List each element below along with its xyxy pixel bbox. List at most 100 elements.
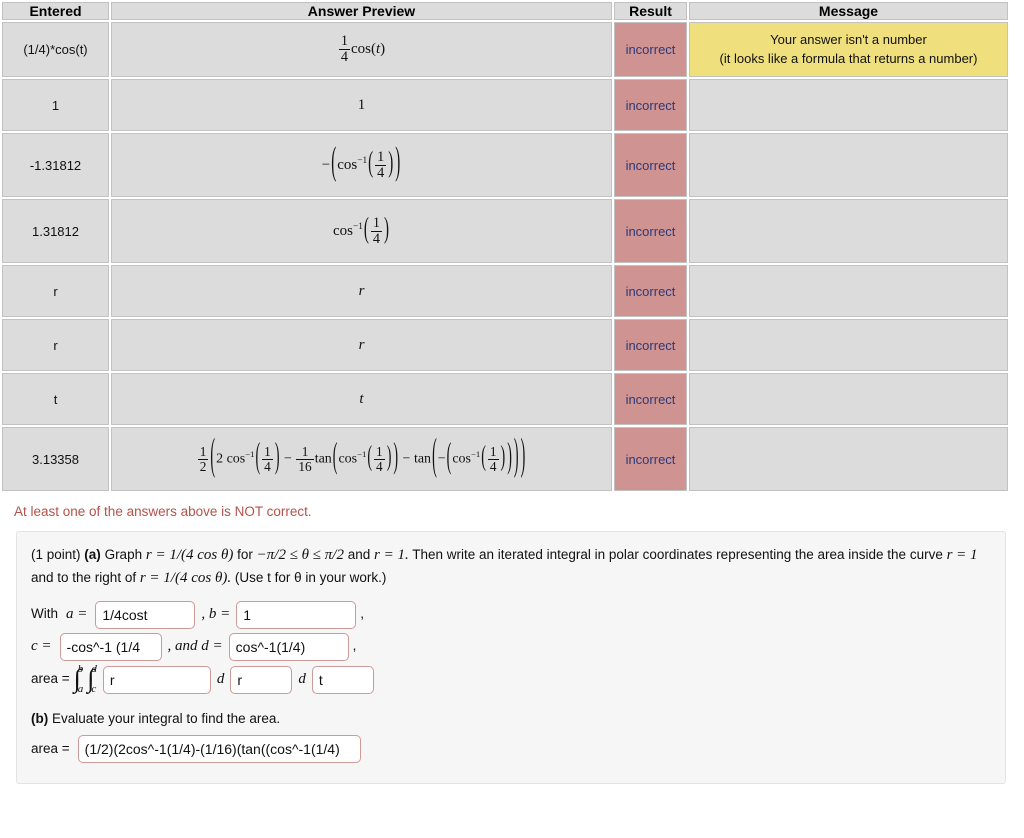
entered-value: r [2,319,109,371]
result-message [689,199,1008,263]
column-header-message: Message [689,2,1008,20]
answer-preview: 1 4 cos(t) [111,22,612,77]
integral-limits-inner: d c [91,663,97,695]
result-status: incorrect [614,22,687,77]
entered-value: r [2,265,109,317]
points-label: (1 point) [31,547,81,562]
with-label: With [31,606,58,622]
table-row: r r incorrect [2,265,1008,317]
result-status: incorrect [614,427,687,491]
c-label: c = [31,637,52,654]
column-header-answer-preview: Answer Preview [111,2,612,20]
limit-lower-outer: a [77,683,84,695]
result-message [689,427,1008,491]
part-a-label: (a) [84,547,101,562]
column-header-result: Result [614,2,687,20]
answer-preview: cos−1(1 4) [111,199,612,263]
integrand-input[interactable] [102,665,211,694]
answer-preview: t [111,373,612,425]
result-message [689,265,1008,317]
result-message [689,319,1008,371]
result-message [689,133,1008,197]
entered-value: -1.31812 [2,133,109,197]
part-b-label: (b) [31,710,49,726]
double-integral-symbol: ∫ b a ∫ d c [74,663,97,695]
table-row: 1 1 incorrect [2,79,1008,131]
statement-equation-2: −π/2 ≤ θ ≤ π/2 [256,547,344,563]
table-row: r r incorrect [2,319,1008,371]
part-b-section: (b) Evaluate your integral to find the a… [31,709,991,764]
field-row-area-integral: area = ∫ b a ∫ d c d d [31,663,991,695]
result-status: incorrect [614,373,687,425]
field-row-c-d: c = , and d = , [31,632,991,661]
problem-panel: (1 point) (a) Graph r = 1/(4 cos θ) for … [16,531,1006,785]
result-message: Your answer isn't a number (it looks lik… [689,22,1008,77]
statement-text-4: Then write an iterated integral in polar… [412,547,943,562]
entered-value: (1/4)*cos(t) [2,22,109,77]
statement-equation-1: r = 1/(4 cos θ) [145,547,234,563]
preview-text: r [358,282,365,299]
comma-after-d: , [352,638,357,654]
answer-preview: r [111,319,612,371]
answer-preview: −(cos−1(1 4)) [111,133,612,197]
statement-text-1: Graph [104,547,143,562]
field-d-input[interactable] [228,632,349,661]
result-message [689,373,1008,425]
preview-text: t [359,390,364,407]
table-row: -1.31812 −(cos−1(1 4)) incorrect [2,133,1008,197]
message-line-1: Your answer isn't a number [770,31,927,47]
statement-text-5: and to the right of [31,570,137,586]
answer-preview: 1 2 (2 cos−1(1 4) − 1 16 tan(cos−1(1 4)) − tan… [111,427,612,491]
part-b-statement: (b) Evaluate your integral to find the a… [31,709,991,730]
table-row: t t incorrect [2,373,1008,425]
answer-results-table: Entered Answer Preview Result Message (1… [0,0,1010,493]
part-b-text: Evaluate your integral to find the area. [52,710,281,726]
statement-equation-3: r = 1. [374,547,409,563]
b-label: , b = [201,605,231,622]
field-a-input[interactable] [95,600,196,629]
table-row: (1/4)*cos(t) 1 4 cos(t) incorrect Your ans… [2,22,1008,77]
statement-text-3: and [347,547,371,562]
statement-text-6: (Use t for θ in your work.) [234,570,387,586]
preview-text: 1 [357,96,366,113]
table-row: 1.31812 cos−1(1 4) incorrect [2,199,1008,263]
statement-text-2: for [237,547,253,562]
field-row-a-b: With a = , b = , [31,600,991,629]
entered-value: t [2,373,109,425]
d-label: , and d = [167,637,223,654]
result-status: incorrect [614,319,687,371]
column-header-entered: Entered [2,2,109,20]
field-b-input[interactable] [236,600,357,629]
area-label: area = [31,671,70,687]
result-status: incorrect [614,265,687,317]
result-status: incorrect [614,79,687,131]
result-status: incorrect [614,199,687,263]
result-message [689,79,1008,131]
problem-statement: (1 point) (a) Graph r = 1/(4 cos θ) for … [31,544,991,591]
differential-label-2: d [298,670,306,687]
incorrect-answers-warning: At least one of the answers above is NOT… [14,504,312,519]
first-differential-input[interactable] [230,665,293,694]
second-differential-input[interactable] [311,665,374,694]
statement-equation-5: r = 1/(4 cos θ). [139,570,232,587]
comma-after-b: , [360,606,365,622]
a-label: a = [66,605,88,622]
result-status: incorrect [614,133,687,197]
area-b-label: area = [31,740,70,756]
limit-lower-inner: c [91,683,97,695]
table-row: 3.13358 1 2 (2 cos−1(1 4) − 1 16 tan(cos−1(1 4… [2,427,1008,491]
field-row-area-b: area = [31,735,991,764]
limit-upper-inner: d [91,663,97,675]
limit-upper-outer: b [77,663,84,675]
field-c-input[interactable] [59,632,162,661]
area-b-input[interactable] [77,735,361,764]
differential-label-1: d [216,670,225,687]
answer-preview: 1 [111,79,612,131]
statement-equation-4: r = 1 [946,547,978,563]
entered-value: 1.31812 [2,199,109,263]
message-line-2: (it looks like a formula that returns a … [719,50,978,66]
preview-text: r [358,336,365,353]
table-header-row: Entered Answer Preview Result Message [2,2,1008,20]
integral-limits-outer: b a [77,663,84,695]
entered-value: 1 [2,79,109,131]
